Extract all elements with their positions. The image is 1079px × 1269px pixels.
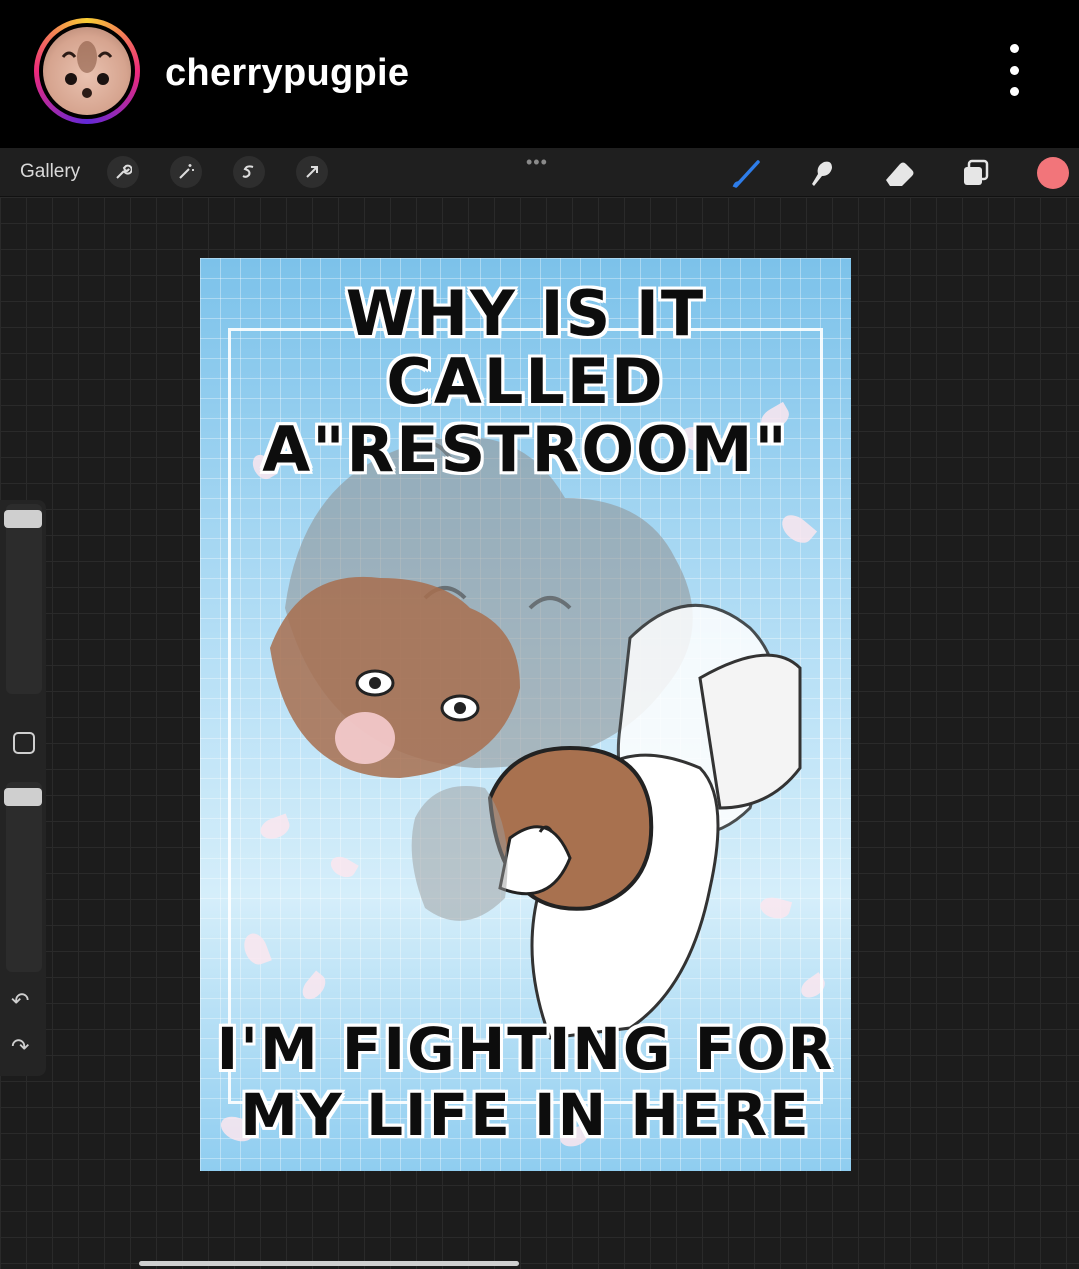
- avatar[interactable]: [39, 23, 135, 119]
- selection-icon[interactable]: [233, 156, 265, 188]
- eraser-icon[interactable]: [882, 156, 916, 190]
- caption-line-1: I'M FIGHTING FOR: [216, 1015, 835, 1083]
- artwork-caption: I'M FIGHTING FOR MY LIFE IN HERE: [200, 1016, 851, 1148]
- layers-icon[interactable]: [958, 156, 992, 190]
- undo-icon[interactable]: ↶: [11, 988, 29, 1014]
- brush-icon[interactable]: [730, 156, 764, 190]
- more-dots-icon[interactable]: •••: [526, 152, 548, 173]
- redo-icon[interactable]: ↷: [11, 1034, 29, 1060]
- caption-line-2: MY LIFE IN HERE: [240, 1081, 811, 1149]
- post-header: cherrypugpie: [0, 0, 1079, 148]
- more-vertical-icon[interactable]: [1000, 44, 1028, 96]
- title-line-1: WHY IS IT CALLED: [345, 277, 706, 418]
- opacity-slider[interactable]: [4, 788, 42, 806]
- dot: [1009, 44, 1019, 53]
- modify-square-icon[interactable]: [13, 732, 35, 754]
- magic-wand-icon[interactable]: [170, 156, 202, 188]
- story-ring[interactable]: [34, 18, 140, 124]
- dot: [1009, 65, 1019, 75]
- smudge-icon[interactable]: [804, 156, 838, 190]
- brush-size-slider[interactable]: [4, 510, 42, 528]
- username[interactable]: cherrypugpie: [165, 52, 409, 95]
- title-line-2: A"RESTROOM": [262, 413, 789, 486]
- hamster-face-icon: [61, 41, 113, 98]
- artwork-title: WHY IS IT CALLED A"RESTROOM": [200, 280, 851, 484]
- brush-size-track[interactable]: [6, 504, 42, 694]
- opacity-track[interactable]: [6, 782, 42, 972]
- gallery-button[interactable]: Gallery: [20, 161, 80, 183]
- transform-arrow-icon[interactable]: [296, 156, 328, 188]
- dot: [1009, 87, 1019, 96]
- artwork-canvas[interactable]: WHY IS IT CALLED A"RESTROOM" I'M FIGHTIN…: [200, 258, 851, 1171]
- home-indicator[interactable]: [139, 1261, 519, 1266]
- sidebar: ↶ ↷: [0, 500, 46, 1076]
- wrench-icon[interactable]: [107, 156, 139, 188]
- hamster-avatar-icon: [43, 27, 131, 115]
- color-swatch-button[interactable]: [1037, 157, 1069, 189]
- app-toolbar: Gallery •••: [0, 148, 1079, 197]
